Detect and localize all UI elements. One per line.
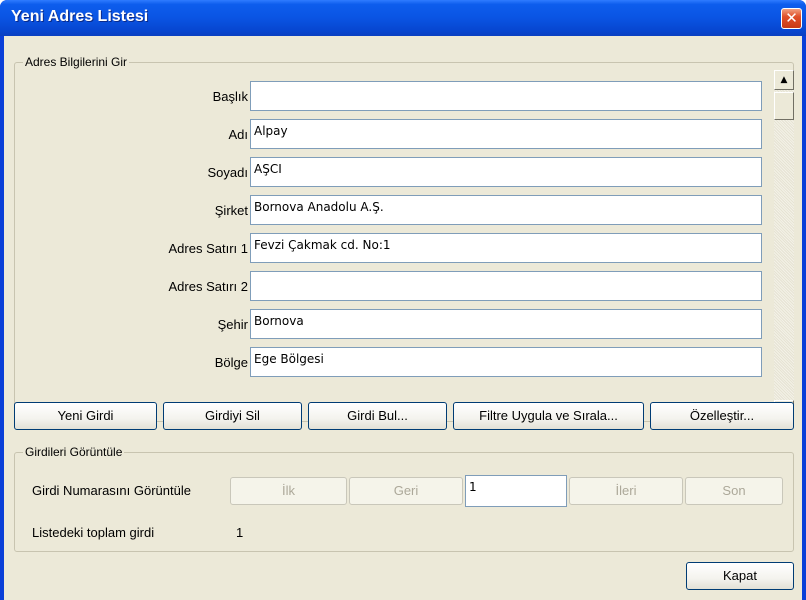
field-company-input[interactable]: Bornova Anadolu A.Ş. bbox=[250, 195, 762, 225]
show-entry-number-label: Girdi Numarasını Görüntüle bbox=[32, 483, 191, 498]
title-bar[interactable]: Yeni Adres Listesi ✕ bbox=[0, 0, 806, 36]
dialog-body: Adres Bilgilerini Gir Başlık Adı Alpay S… bbox=[4, 36, 802, 600]
scroll-up-icon[interactable]: ▲ bbox=[774, 70, 794, 90]
new-entry-button[interactable]: Yeni Girdi bbox=[14, 402, 157, 430]
field-label-address-line-1: Adres Satırı 1 bbox=[168, 241, 248, 256]
address-info-group-title: Adres Bilgilerini Gir bbox=[23, 55, 130, 69]
next-entry-button[interactable]: İleri bbox=[569, 477, 683, 505]
filter-sort-button[interactable]: Filtre Uygula ve Sırala... bbox=[453, 402, 644, 430]
close-icon[interactable]: ✕ bbox=[781, 8, 802, 29]
field-region-input[interactable]: Ege Bölgesi bbox=[250, 347, 762, 377]
first-entry-button[interactable]: İlk bbox=[230, 477, 347, 505]
customize-button[interactable]: Özelleştir... bbox=[650, 402, 794, 430]
form-scrollbar[interactable]: ▲ ▼ bbox=[774, 70, 794, 420]
last-entry-button[interactable]: Son bbox=[685, 477, 783, 505]
field-label-city: Şehir bbox=[217, 317, 248, 332]
field-last-name-input[interactable]: AŞCI bbox=[250, 157, 762, 187]
field-title-input[interactable] bbox=[250, 81, 762, 111]
find-entry-button[interactable]: Girdi Bul... bbox=[308, 402, 447, 430]
field-address-line-2-input[interactable] bbox=[250, 271, 762, 301]
window-title: Yeni Adres Listesi bbox=[11, 8, 149, 25]
address-form-viewport: Başlık Adı Alpay Soyadı AŞCI Şirket Born… bbox=[18, 76, 770, 402]
total-entries-count: 1 bbox=[236, 525, 244, 540]
field-city-input[interactable]: Bornova bbox=[250, 309, 762, 339]
field-label-address-line-2: Adres Satırı 2 bbox=[168, 279, 248, 294]
field-address-line-1-input[interactable]: Fevzi Çakmak cd. No:1 bbox=[250, 233, 762, 263]
close-button[interactable]: Kapat bbox=[686, 562, 794, 590]
entry-number-input[interactable]: 1 bbox=[465, 475, 567, 507]
scrollbar-thumb[interactable] bbox=[774, 92, 794, 120]
view-entries-group-title: Girdileri Görüntüle bbox=[23, 445, 125, 459]
field-label-first-name: Adı bbox=[228, 127, 248, 142]
total-entries-label: Listedeki toplam girdi bbox=[32, 525, 155, 540]
previous-entry-button[interactable]: Geri bbox=[349, 477, 463, 505]
field-label-title: Başlık bbox=[212, 89, 248, 104]
field-label-region: Bölge bbox=[214, 355, 248, 370]
field-first-name-input[interactable]: Alpay bbox=[250, 119, 762, 149]
delete-entry-button[interactable]: Girdiyi Sil bbox=[163, 402, 302, 430]
dialog-window: Yeni Adres Listesi ✕ Adres Bilgilerini G… bbox=[0, 0, 806, 600]
field-label-last-name: Soyadı bbox=[207, 165, 248, 180]
field-label-company: Şirket bbox=[214, 203, 248, 218]
